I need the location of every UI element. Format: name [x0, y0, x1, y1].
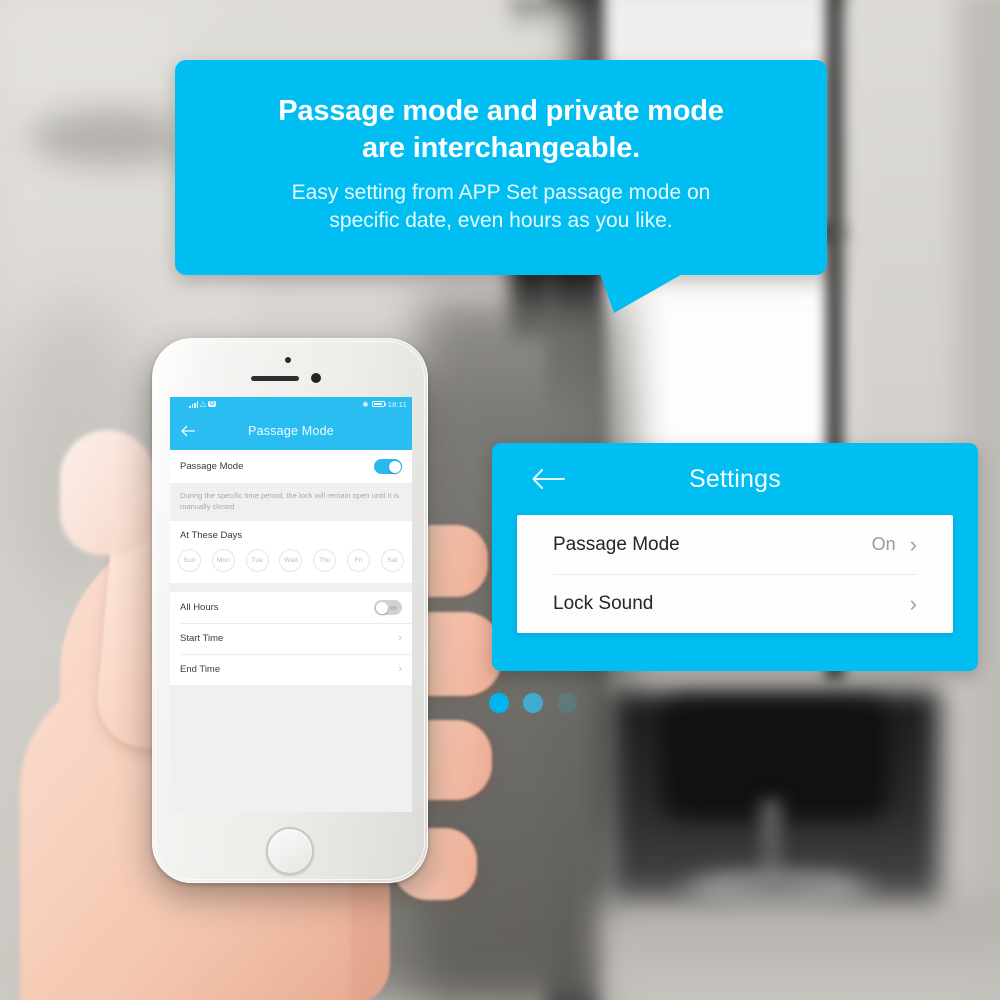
front-camera-icon: [285, 357, 291, 363]
settings-header: Settings: [492, 443, 978, 515]
sim-network-badge: G: [208, 401, 217, 407]
chevron-right-icon: ›: [909, 590, 917, 616]
back-arrow-icon[interactable]: [180, 424, 196, 438]
earpiece-speaker: [251, 376, 299, 381]
phone-navigation-bar: Passage Mode: [170, 411, 412, 450]
promo-headline-line2: are interchangeable.: [361, 132, 641, 165]
promo-callout-bubble: Passage mode and private mode are interc…: [175, 60, 827, 275]
promo-headline-line1: Passage mode and private mode: [278, 95, 724, 127]
settings-list: Passage Mode On › Lock Sound ›: [517, 515, 953, 633]
promo-bubble-tail: [600, 273, 684, 315]
chevron-right-icon: ›: [909, 531, 917, 557]
back-arrow-icon[interactable]: [530, 465, 566, 493]
settings-row-passage-mode[interactable]: Passage Mode On ›: [517, 515, 953, 574]
row-end-time[interactable]: End Time ›: [170, 654, 412, 685]
row-all-hours[interactable]: All Hours: [170, 592, 412, 623]
proximity-sensor-icon: [311, 373, 321, 383]
row-passage-mode[interactable]: Passage Mode: [170, 450, 412, 483]
day-tue[interactable]: Tue: [245, 549, 269, 572]
settings-value-passage-mode: On: [871, 534, 896, 554]
wifi-icon: △: [200, 399, 207, 408]
promo-subtext-line2: specific date, even hours as you like.: [329, 209, 673, 233]
promo-headline: Passage mode and private mode are interc…: [175, 60, 827, 167]
smartphone-device: △ G ✺ 18:11 Passage Mode Passage Mode Du…: [152, 338, 428, 883]
settings-row-lock-sound[interactable]: Lock Sound ›: [517, 574, 953, 633]
chevron-right-icon: ›: [398, 663, 402, 675]
day-wed[interactable]: Wed: [279, 549, 303, 572]
day-mon[interactable]: Mon: [211, 549, 235, 572]
row-label-all-hours: All Hours: [180, 602, 219, 613]
pagination-dot-1[interactable]: [489, 693, 509, 713]
settings-label-passage-mode: Passage Mode: [553, 533, 680, 555]
bluetooth-icon: ✺: [362, 399, 369, 409]
day-sat[interactable]: Sat: [380, 549, 404, 572]
page-title: Passage Mode: [248, 423, 334, 438]
row-label-end-time: End Time: [180, 664, 221, 675]
settings-screen-card: Settings Passage Mode On › Lock Sound ›: [492, 443, 978, 671]
chevron-right-icon: ›: [398, 632, 402, 644]
passage-mode-hint-text: During the specific time period, the loc…: [170, 483, 412, 521]
pagination-dot-3[interactable]: [557, 693, 577, 713]
phone-screen: △ G ✺ 18:11 Passage Mode Passage Mode Du…: [170, 397, 412, 812]
day-fri[interactable]: Fri: [347, 549, 371, 572]
all-hours-toggle[interactable]: [374, 600, 402, 615]
section-divider: [170, 583, 412, 592]
row-start-time[interactable]: Start Time ›: [170, 623, 412, 654]
passage-mode-toggle[interactable]: [374, 459, 402, 474]
settings-label-lock-sound: Lock Sound: [553, 592, 654, 614]
at-these-days-label: At These Days: [170, 521, 412, 544]
signal-bars-icon: [189, 400, 198, 408]
pagination-dots[interactable]: [489, 693, 577, 713]
status-bar-time: 18:11: [387, 399, 407, 409]
day-thu[interactable]: Thu: [313, 549, 337, 572]
row-label-passage-mode: Passage Mode: [180, 461, 244, 472]
home-button[interactable]: [266, 827, 314, 875]
screen-empty-area: [170, 685, 412, 812]
pagination-dot-2[interactable]: [523, 693, 543, 713]
status-bar: △ G ✺ 18:11: [170, 397, 412, 411]
row-label-start-time: Start Time: [180, 633, 224, 644]
day-sun[interactable]: Sun: [178, 549, 201, 572]
promo-subtext: Easy setting from APP Set passage mode o…: [175, 167, 827, 235]
promo-subtext-line1: Easy setting from APP Set passage mode o…: [291, 181, 711, 205]
day-selector[interactable]: Sun Mon Tue Wed Thu Fri Sat: [170, 544, 412, 583]
battery-icon: [371, 400, 387, 408]
